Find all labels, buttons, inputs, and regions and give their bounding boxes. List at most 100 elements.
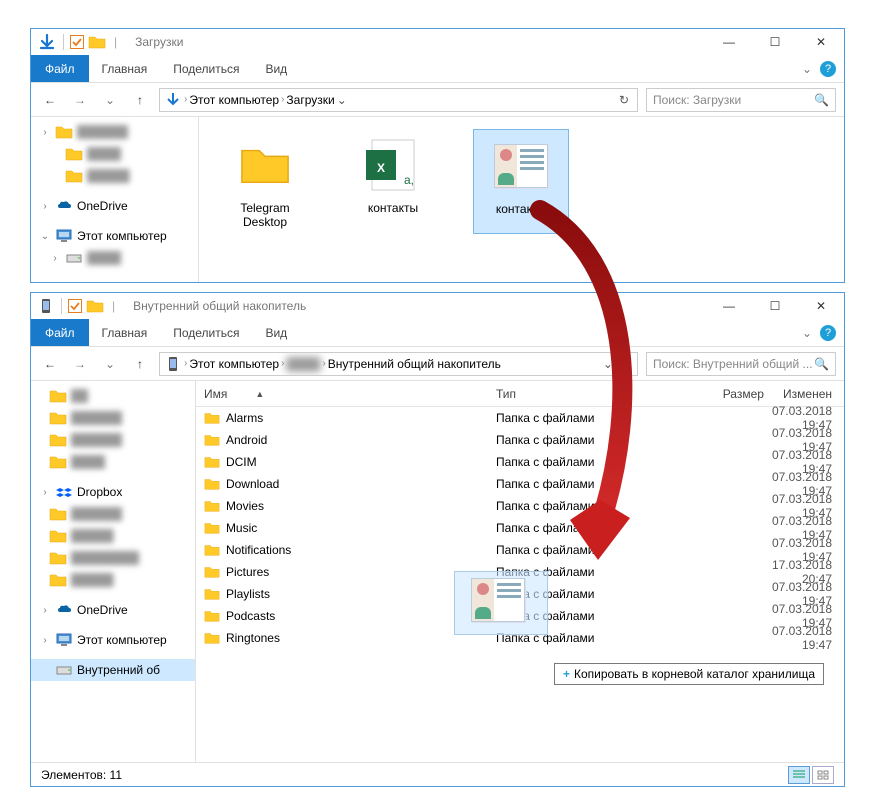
row-type: Папка с файлами <box>496 543 686 557</box>
row-name: Podcasts <box>226 609 275 623</box>
forward-button[interactable]: → <box>69 353 91 375</box>
ribbon-collapse-icon[interactable]: ⌄ <box>802 326 812 340</box>
item-label: контакты <box>496 202 546 216</box>
tree-this-pc[interactable]: ⌄Этот компьютер <box>31 225 198 247</box>
col-modified[interactable]: Изменен <box>772 387 844 401</box>
row-name: Ringtones <box>226 631 280 645</box>
back-button[interactable]: ← <box>39 353 61 375</box>
minimize-button[interactable]: — <box>706 29 752 55</box>
row-name: Notifications <box>226 543 291 557</box>
qat-properties-icon[interactable] <box>68 299 82 313</box>
breadcrumb-item[interactable]: Этот компьютер <box>189 93 279 107</box>
row-type: Папка с файлами <box>496 455 686 469</box>
address-bar: ← → ⌄ ↑ › Этот компьютер › ████ › Внутре… <box>31 347 844 381</box>
table-row[interactable]: DownloadПапка с файлами07.03.2018 19:47 <box>196 473 844 495</box>
address-bar: ← → ⌄ ↑ › Этот компьютер › Загрузки ⌄ ↻ … <box>31 83 844 117</box>
drag-ghost <box>454 571 548 635</box>
folder-icon <box>86 297 104 315</box>
row-type: Папка с файлами <box>496 477 686 491</box>
content-area[interactable]: Имя ▲ Тип Размер Изменен AlarmsПапка с фа… <box>196 381 844 762</box>
help-icon[interactable]: ? <box>820 325 836 341</box>
breadcrumb-item[interactable]: Внутренний общий накопитель <box>328 357 501 371</box>
maximize-button[interactable]: ☐ <box>752 293 798 319</box>
view-tab[interactable]: Вид <box>252 319 300 346</box>
window-title: Загрузки <box>135 35 183 49</box>
titlebar[interactable]: | Внутренний общий накопитель — ☐ ✕ <box>31 293 844 319</box>
forward-button[interactable]: → <box>69 89 91 111</box>
recent-dropdown[interactable]: ⌄ <box>99 353 121 375</box>
column-headers[interactable]: Имя ▲ Тип Размер Изменен <box>196 381 844 407</box>
tree-dropbox[interactable]: ›Dropbox <box>31 481 195 503</box>
recent-dropdown[interactable]: ⌄ <box>99 89 121 111</box>
table-row[interactable]: MusicПапка с файлами07.03.2018 19:47 <box>196 517 844 539</box>
folder-icon <box>88 33 106 51</box>
col-size[interactable]: Размер <box>686 387 772 401</box>
view-details-button[interactable] <box>788 766 810 784</box>
breadcrumb-dropdown[interactable]: ⌄ <box>603 357 613 371</box>
breadcrumb-item[interactable]: Этот компьютер <box>189 357 279 371</box>
qat-properties-icon[interactable] <box>70 35 84 49</box>
grid-item-contacts-selected[interactable]: контакты <box>473 129 569 234</box>
breadcrumb-item[interactable]: Загрузки <box>286 93 334 107</box>
share-tab[interactable]: Поделиться <box>160 319 252 346</box>
table-row[interactable]: MoviesПапка с файлами07.03.2018 19:47 <box>196 495 844 517</box>
ribbon: Файл Главная Поделиться Вид ⌄ ? <box>31 319 844 347</box>
close-button[interactable]: ✕ <box>798 29 844 55</box>
home-tab[interactable]: Главная <box>89 55 161 82</box>
table-row[interactable]: NotificationsПапка с файлами07.03.2018 1… <box>196 539 844 561</box>
tree-this-pc[interactable]: ›Этот компьютер <box>31 629 195 651</box>
view-tab[interactable]: Вид <box>252 55 300 82</box>
breadcrumb[interactable]: › Этот компьютер › ████ › Внутренний общ… <box>159 352 638 376</box>
home-tab[interactable]: Главная <box>89 319 161 346</box>
table-row[interactable]: AndroidПапка с файлами07.03.2018 19:47 <box>196 429 844 451</box>
refresh-button[interactable]: ↻ <box>615 93 633 107</box>
navigation-tree[interactable]: ██ ██████ ██████ ████ ›Dropbox ██████ ██… <box>31 381 196 762</box>
file-tab[interactable]: Файл <box>31 55 89 82</box>
drop-tooltip: + Копировать в корневой каталог хранилищ… <box>554 663 824 685</box>
maximize-button[interactable]: ☐ <box>752 29 798 55</box>
file-tab[interactable]: Файл <box>31 319 89 346</box>
back-button[interactable]: ← <box>39 89 61 111</box>
search-icon: 🔍 <box>814 357 829 371</box>
svg-text:a,: a, <box>404 173 414 187</box>
row-modified: 07.03.2018 19:47 <box>772 624 844 652</box>
navigation-tree[interactable]: ›██████ ████ █████ ›OneDrive ⌄Этот компь… <box>31 117 199 282</box>
ribbon-collapse-icon[interactable]: ⌄ <box>802 62 812 76</box>
tree-onedrive[interactable]: ›OneDrive <box>31 599 195 621</box>
refresh-button[interactable]: ↻ <box>615 357 633 371</box>
tree-onedrive[interactable]: ›OneDrive <box>31 195 198 217</box>
breadcrumb-dropdown[interactable]: ⌄ <box>337 93 347 107</box>
table-row[interactable]: DCIMПапка с файлами07.03.2018 19:47 <box>196 451 844 473</box>
sort-indicator-icon: ▲ <box>255 389 264 399</box>
tree-drive[interactable]: ›████ <box>31 247 198 269</box>
plus-icon: + <box>563 667 570 681</box>
col-name[interactable]: Имя <box>204 387 227 401</box>
titlebar[interactable]: | Загрузки — ☐ ✕ <box>31 29 844 55</box>
drop-tip-text: Копировать в корневой каталог хранилища <box>574 667 815 681</box>
grid-item-excel[interactable]: Xa, контакты <box>345 129 441 234</box>
breadcrumb-item-blurred[interactable]: ████ <box>286 357 320 371</box>
search-input[interactable]: Поиск: Загрузки 🔍 <box>646 88 836 112</box>
status-text: Элементов: 11 <box>41 768 122 782</box>
table-row[interactable]: AlarmsПапка с файлами07.03.2018 19:47 <box>196 407 844 429</box>
help-icon[interactable]: ? <box>820 61 836 77</box>
view-icons-button[interactable] <box>812 766 834 784</box>
search-input[interactable]: Поиск: Внутренний общий ... 🔍 <box>646 352 836 376</box>
grid-item-folder[interactable]: Telegram Desktop <box>217 129 313 234</box>
svg-text:X: X <box>377 161 385 175</box>
row-type: Папка с файлами <box>496 521 686 535</box>
explorer-window-downloads: | Загрузки — ☐ ✕ Файл Главная Поделиться… <box>30 28 845 283</box>
item-label: контакты <box>368 201 418 215</box>
search-placeholder: Поиск: Внутренний общий ... <box>653 357 813 371</box>
col-type[interactable]: Тип <box>496 387 686 401</box>
up-button[interactable]: ↑ <box>129 89 151 111</box>
ribbon: Файл Главная Поделиться Вид ⌄ ? <box>31 55 844 83</box>
phone-icon <box>37 297 55 315</box>
content-area[interactable]: Telegram Desktop Xa, контакты контакты <box>199 117 844 282</box>
breadcrumb[interactable]: › Этот компьютер › Загрузки ⌄ ↻ <box>159 88 638 112</box>
share-tab[interactable]: Поделиться <box>160 55 252 82</box>
up-button[interactable]: ↑ <box>129 353 151 375</box>
tree-internal-storage[interactable]: Внутренний об <box>31 659 195 681</box>
minimize-button[interactable]: — <box>706 293 752 319</box>
close-button[interactable]: ✕ <box>798 293 844 319</box>
